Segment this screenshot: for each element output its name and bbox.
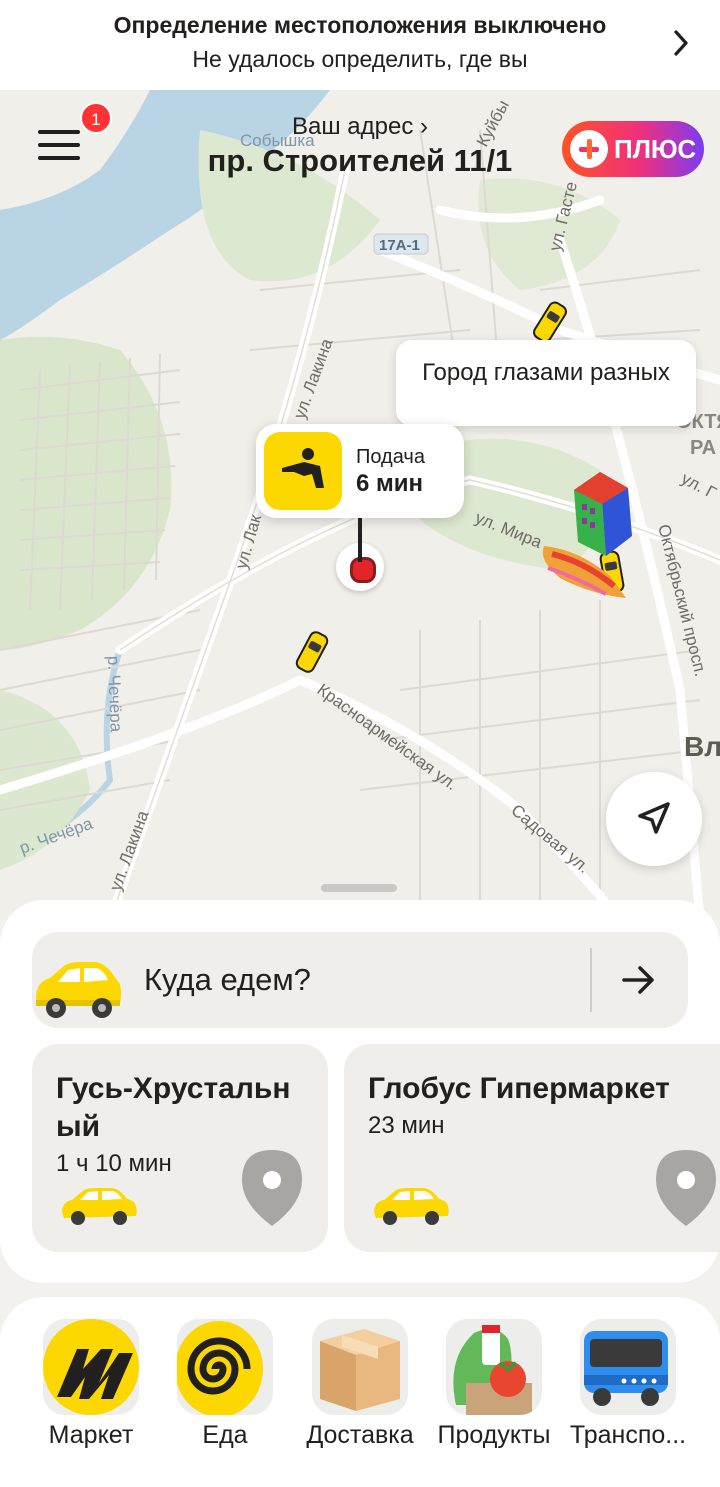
banner-subtitle: Не удалось определить, где вы: [192, 46, 528, 72]
where-to-field[interactable]: Куда едем?: [32, 932, 688, 1028]
pickup-label: Подача: [356, 446, 425, 468]
food-icon: [177, 1319, 273, 1415]
market-icon: [43, 1319, 139, 1415]
service-transport[interactable]: Транспо...: [558, 1319, 698, 1469]
taxi-car-icon: [36, 962, 121, 1018]
destination-card[interactable]: Гусь-Хрустальн ый 1 ч 10 мин: [32, 1044, 328, 1252]
service-label: Продукты: [437, 1421, 551, 1449]
service-label: Транспо...: [569, 1421, 687, 1449]
bus-icon: [580, 1319, 676, 1415]
delivery-box-icon: [312, 1319, 408, 1415]
service-label: Еда: [202, 1421, 248, 1449]
waving-person-icon: [264, 432, 342, 510]
groceries-icon: [446, 1319, 542, 1415]
service-groceries[interactable]: Продукты: [424, 1319, 564, 1469]
services-bar: Маркет Еда Доставка Продукты Транспо...: [0, 1297, 720, 1487]
map-label-chechera-2: р. Чечёра: [104, 655, 126, 733]
plus-label: ПЛЮС: [614, 134, 697, 164]
pickup-time: 6 мин: [356, 470, 424, 497]
destination-time: 1 ч 10 мин: [56, 1150, 172, 1177]
service-food[interactable]: Еда: [155, 1319, 295, 1469]
destination-title: Гусь-Хрустальн ый: [56, 1070, 306, 1146]
where-to-prompt: Куда едем?: [144, 962, 311, 997]
pickup-pin-stem: [358, 518, 362, 562]
destination-title-line: Гусь-Хрустальн: [56, 1072, 291, 1105]
location-off-banner[interactable]: Определение местоположения выключено Не …: [0, 0, 720, 90]
bottom-sheet: Куда едем? Гусь-Хрустальн ый 1 ч 10 мин …: [0, 900, 720, 1283]
banner-title: Определение местоположения выключено: [113, 12, 607, 38]
navigation-arrow-icon: [638, 802, 670, 834]
chevron-right-icon: [674, 30, 688, 56]
map-label-krasnoarmeyskaya: Красноармейская ул.: [314, 680, 461, 794]
location-pin-icon: [656, 1150, 716, 1226]
map-label-sadovaya: Садовая ул.: [507, 801, 593, 877]
map-label-ra: РА: [690, 437, 716, 459]
service-label: Маркет: [48, 1421, 134, 1449]
my-location-button[interactable]: [606, 772, 702, 866]
notification-badge: 1: [80, 102, 112, 134]
plus-icon: [570, 130, 608, 168]
taxi-car-icon: [295, 631, 329, 673]
destination-title: Глобус Гипермаркет: [368, 1072, 670, 1105]
arrow-right-icon[interactable]: [622, 964, 656, 996]
service-market[interactable]: Маркет: [21, 1319, 161, 1469]
city-event-bubble[interactable]: Город глазами разных: [396, 340, 696, 426]
service-delivery[interactable]: Доставка: [290, 1319, 430, 1469]
map-label-lakina-bottom: ул. Лакина: [106, 808, 153, 894]
taxi-car-icon: [62, 1188, 137, 1225]
sheet-drag-handle[interactable]: [321, 884, 397, 892]
destination-time: 23 мин: [368, 1112, 445, 1139]
destination-card[interactable]: Глобус Гипермаркет 23 мин: [344, 1044, 720, 1252]
plus-button[interactable]: ПЛЮС: [562, 121, 704, 177]
map-label-vl: Вл: [684, 731, 720, 762]
divider: [590, 948, 592, 1012]
service-label: Доставка: [306, 1421, 414, 1449]
taxi-car-icon: [374, 1188, 449, 1225]
destination-title-line: ый: [56, 1110, 101, 1143]
pickup-time-bubble[interactable]: Подача 6 мин: [256, 424, 464, 518]
map-label-ul-g: ул. Г: [678, 469, 719, 503]
location-pin-icon: [242, 1150, 302, 1226]
map-label-route: 17А-1: [379, 237, 420, 254]
green-area: [0, 336, 172, 650]
